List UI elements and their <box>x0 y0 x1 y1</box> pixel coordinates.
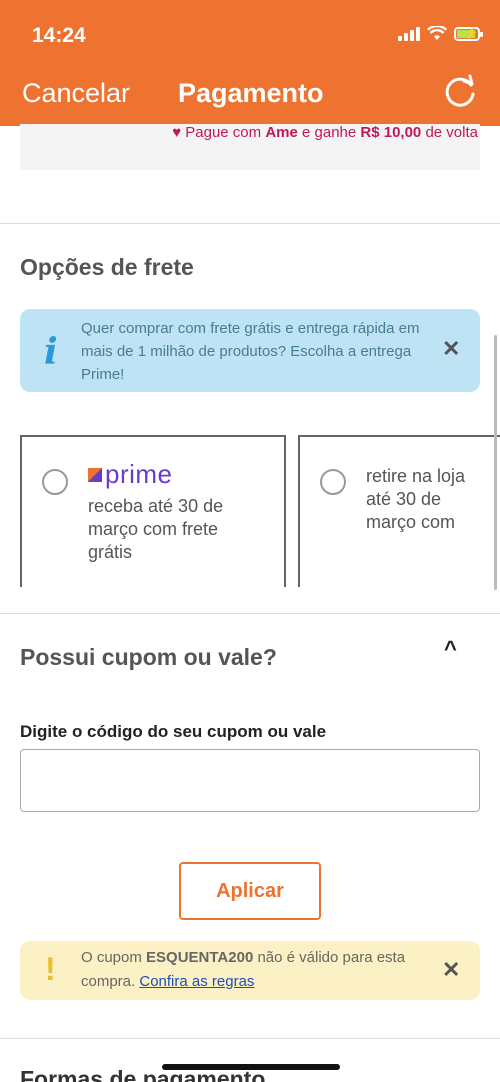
section-divider <box>0 613 500 614</box>
shipping-option-description: receba até 30 de março com frete grátis <box>88 496 224 562</box>
shipping-option-radio[interactable] <box>320 469 346 495</box>
coupon-rules-link[interactable]: Confira as regras <box>139 973 254 990</box>
scrollbar[interactable] <box>494 335 497 590</box>
shipping-option-store-pickup[interactable]: retire na loja até 30 de março com frete… <box>298 435 500 587</box>
app-header: 14:24 ⚡ Cancelar Pagamento <box>0 0 500 126</box>
shipping-option-prime[interactable]: prime receba até 30 de março com frete g… <box>20 435 286 587</box>
shipping-option-description: retire na loja até 30 de março com frete… <box>366 466 466 537</box>
status-time: 14:24 <box>32 24 86 47</box>
close-icon[interactable]: ✕ <box>442 957 460 983</box>
section-divider <box>0 223 500 224</box>
chevron-up-icon[interactable]: ^ <box>444 636 457 662</box>
coupon-field-label: Digite o código do seu cupom ou vale <box>20 722 327 741</box>
apply-coupon-button[interactable]: Aplicar <box>179 862 321 920</box>
battery-icon: ⚡ <box>454 26 483 41</box>
prime-logo: prime <box>88 459 173 490</box>
heart-icon: ♥ <box>172 124 182 141</box>
ame-promo-text: ♥ Pague com Ame e ganhe R$ 10,00 de volt… <box>172 124 478 141</box>
warning-icon: ! <box>45 951 56 987</box>
cancel-button[interactable]: Cancelar <box>22 78 130 109</box>
home-indicator[interactable] <box>162 1064 340 1070</box>
wifi-icon <box>427 26 447 40</box>
section-divider <box>0 1038 500 1039</box>
shipping-section-title: Opções de frete <box>20 254 194 280</box>
refresh-icon[interactable] <box>440 72 480 112</box>
shipping-option-radio[interactable] <box>42 469 68 495</box>
prime-logo-mark <box>88 467 102 482</box>
prime-info-banner: i Quer comprar com frete grátis e entreg… <box>20 309 480 392</box>
coupon-section-title: Possui cupom ou vale? <box>20 644 277 670</box>
page-title: Pagamento <box>178 78 324 108</box>
signal-icon <box>398 26 420 41</box>
close-icon[interactable]: ✕ <box>442 336 460 362</box>
status-icons: ⚡ <box>398 26 483 41</box>
info-icon: i <box>44 331 58 373</box>
coupon-input[interactable] <box>20 749 480 812</box>
coupon-warning-text: O cupom ESQUENTA200 não é válido para es… <box>81 949 406 990</box>
prime-info-text: Quer comprar com frete grátis e entrega … <box>81 320 420 383</box>
coupon-warning-banner: ! O cupom ESQUENTA200 não é válido para … <box>20 941 480 1000</box>
